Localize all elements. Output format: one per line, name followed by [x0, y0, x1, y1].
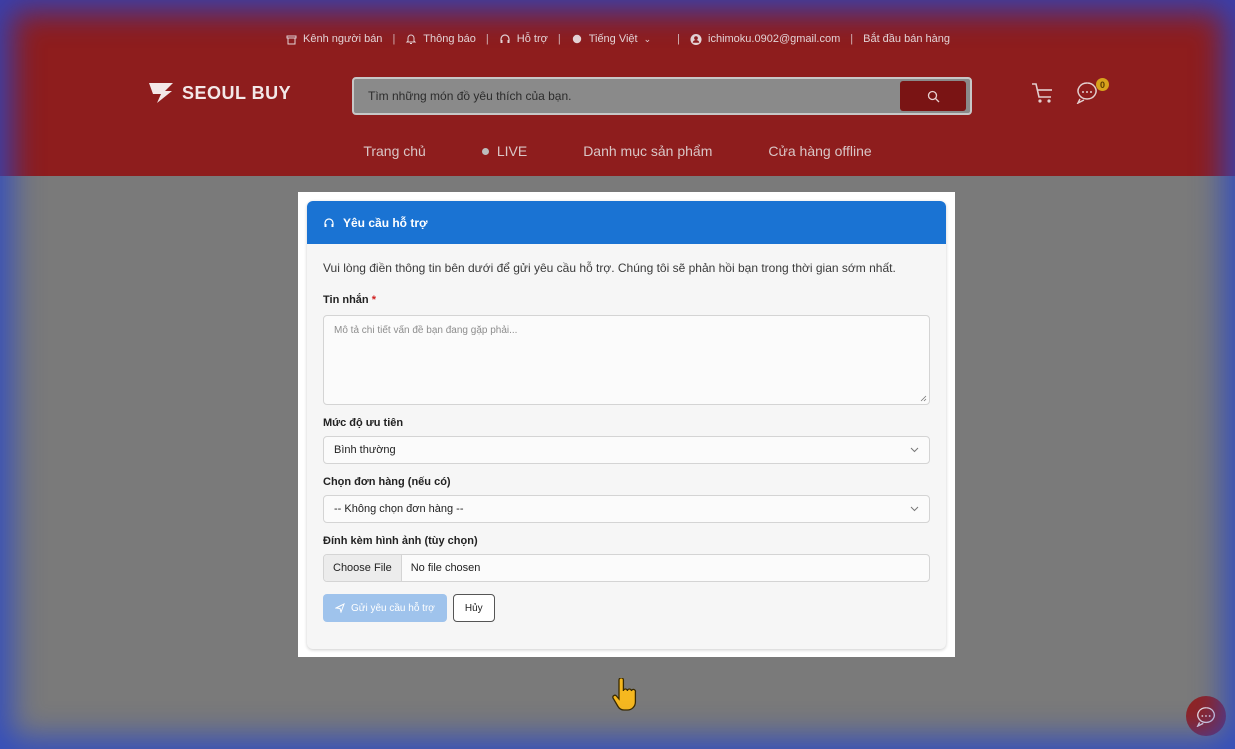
- search-bar: Tìm những món đồ yêu thích của bạn.: [352, 77, 972, 115]
- top-bar: Kênh người bán | Thông báo | Hỗ trợ | Ti…: [0, 33, 1235, 45]
- send-icon: [335, 603, 345, 613]
- order-select[interactable]: -- Không chọn đơn hàng --: [323, 495, 930, 523]
- message-label: Tin nhắn *: [323, 294, 930, 306]
- seller-channel-link[interactable]: Kênh người bán: [285, 33, 382, 45]
- nav-offline-store[interactable]: Cửa hàng offline: [768, 143, 871, 159]
- submit-button[interactable]: Gửi yêu cầu hỗ trợ: [323, 594, 447, 622]
- globe-icon: [571, 33, 583, 45]
- submit-label: Gửi yêu cầu hỗ trợ: [351, 602, 435, 614]
- search-icon: [927, 90, 939, 102]
- start-selling-link[interactable]: Bắt đầu bán hàng: [863, 33, 950, 45]
- form-intro: Vui lòng điền thông tin bên dưới để gửi …: [323, 261, 896, 275]
- live-dot-icon: [481, 147, 489, 155]
- priority-select[interactable]: Bình thường: [323, 436, 930, 464]
- seller-channel-label: Kênh người bán: [303, 33, 383, 45]
- file-name: No file chosen: [410, 562, 481, 574]
- divider: |: [677, 33, 681, 45]
- nav-live[interactable]: LIVE: [481, 143, 528, 159]
- bell-icon: [405, 33, 417, 45]
- resize-handle-icon[interactable]: [920, 395, 927, 402]
- priority-label: Mức độ ưu tiên: [323, 417, 404, 429]
- chevron-down-icon: ⌄: [643, 33, 652, 44]
- chevron-down-icon: [910, 506, 919, 512]
- chat-fab-button[interactable]: [1186, 696, 1226, 736]
- cart-button[interactable]: [1031, 82, 1055, 109]
- priority-value: Bình thường: [334, 444, 396, 456]
- brand-mark-icon: [149, 83, 173, 103]
- divider: |: [850, 33, 854, 45]
- headset-icon: [499, 33, 511, 45]
- site-header: Kênh người bán | Thông báo | Hỗ trợ | Ti…: [0, 0, 1235, 176]
- form-header: Yêu cầu hỗ trợ: [307, 201, 946, 244]
- support-label: Hỗ trợ: [516, 33, 548, 45]
- divider: |: [392, 33, 396, 45]
- support-link[interactable]: Hỗ trợ: [499, 33, 548, 45]
- file-input[interactable]: Choose File No file chosen: [323, 554, 930, 582]
- cart-icon: [1032, 83, 1052, 103]
- notifications-link[interactable]: Thông báo: [405, 33, 476, 45]
- notifications-label: Thông báo: [423, 33, 476, 45]
- choose-file-button[interactable]: Choose File: [324, 555, 402, 581]
- store-icon: [285, 33, 297, 45]
- required-mark: *: [371, 294, 376, 306]
- message-textarea[interactable]: Mô tả chi tiết vấn đề bạn đang gặp phải.…: [323, 315, 930, 405]
- form-actions: Gửi yêu cầu hỗ trợ Hủy: [323, 594, 930, 622]
- brand-logo[interactable]: SEOUL BUY: [148, 82, 291, 104]
- form-title: Yêu cầu hỗ trợ: [343, 215, 428, 230]
- order-label: Chọn đơn hàng (nếu có): [323, 476, 451, 488]
- nav-home[interactable]: Trang chủ: [363, 143, 426, 159]
- headset-icon: [324, 217, 334, 227]
- language-selector[interactable]: Tiếng Việt ⌄: [571, 33, 651, 45]
- divider: |: [557, 33, 561, 45]
- attachment-label: Đính kèm hình ảnh (tùy chọn): [323, 535, 478, 547]
- brand-name: SEOUL BUY: [182, 82, 292, 103]
- nav-categories[interactable]: Danh mục sản phẩm: [583, 143, 712, 159]
- support-request-form: Yêu cầu hỗ trợ Vui lòng điền thông tin b…: [307, 201, 946, 649]
- message-placeholder: Mô tả chi tiết vấn đề bạn đang gặp phải.…: [334, 325, 518, 336]
- nav-live-label: LIVE: [496, 143, 528, 159]
- language-label: Tiếng Việt: [588, 33, 638, 45]
- chat-bubble-icon: [1196, 707, 1215, 727]
- order-value: -- Không chọn đơn hàng --: [334, 503, 464, 515]
- cancel-button[interactable]: Hủy: [452, 594, 495, 622]
- divider: |: [485, 33, 489, 45]
- account-email: ichimoku.0902@gmail.com: [708, 33, 841, 45]
- pointer-hand-icon: [611, 677, 639, 717]
- search-input[interactable]: Tìm những món đồ yêu thích của bạn.: [354, 89, 900, 103]
- message-label-text: Tin nhắn: [323, 294, 369, 306]
- notification-badge: 0: [1096, 78, 1109, 91]
- main-nav: Trang chủ LIVE Danh mục sản phẩm Cửa hàn…: [0, 143, 1235, 159]
- chevron-down-icon: [910, 447, 919, 453]
- account-link[interactable]: ichimoku.0902@gmail.com: [690, 33, 840, 45]
- search-button[interactable]: [900, 81, 966, 111]
- user-avatar-icon: [690, 33, 702, 45]
